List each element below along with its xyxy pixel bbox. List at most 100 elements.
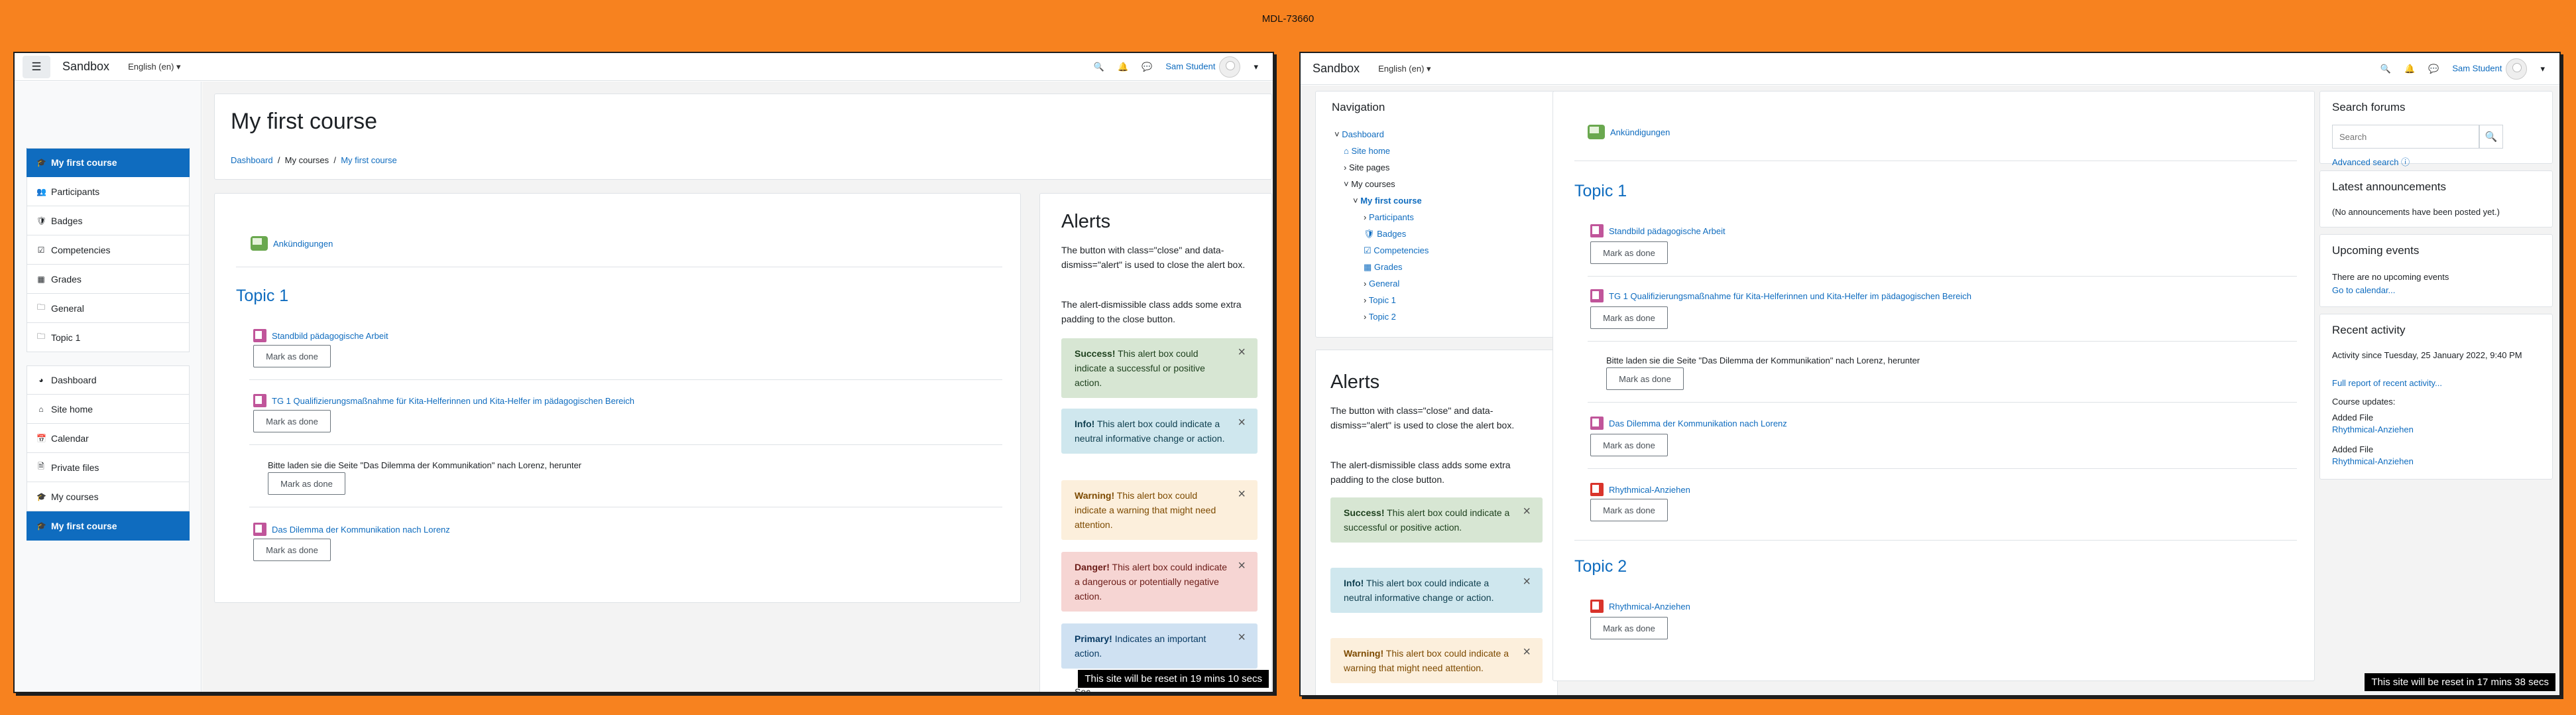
announcements-title: Latest announcements (2332, 180, 2447, 193)
activity-link[interactable]: Ankündigungen (273, 239, 333, 249)
close-icon[interactable]: × (1523, 504, 1531, 519)
drawer-item-privatefiles[interactable]: 🗎 Private files (27, 453, 190, 482)
activity-3[interactable]: Das Dilemma der Kommunikation nach Loren… (253, 523, 450, 536)
tree-topic2[interactable]: › Topic 2 (1334, 308, 1429, 325)
activity-5[interactable]: Rhythmical-Anziehen (1590, 600, 1690, 613)
drawer-item-course-2[interactable]: 🎓 My first course (27, 511, 190, 541)
menu-toggle-button[interactable]: ☰ (23, 55, 50, 78)
site-brand[interactable]: Sandbox (62, 60, 109, 74)
drawer-item-dashboard[interactable]: ◕ Dashboard (27, 365, 190, 395)
bell-icon[interactable]: 🔔 (2404, 64, 2415, 74)
forum-icon (1588, 125, 1605, 139)
activity-link[interactable]: Das Dilemma der Kommunikation nach Loren… (1609, 419, 1787, 428)
drawer-item-general[interactable]: 🗀 General (27, 294, 190, 323)
tree-grades[interactable]: ▦ Grades (1334, 259, 1429, 275)
drawer-label: Grades (51, 273, 82, 285)
crumb-course[interactable]: My first course (341, 155, 397, 165)
close-icon[interactable]: × (1523, 645, 1531, 659)
tree-sitepages[interactable]: › Site pages (1334, 159, 1429, 176)
mark-as-done-button[interactable]: Mark as done (253, 539, 331, 561)
activity-link[interactable]: Rhythmical-Anziehen (1609, 485, 1690, 495)
advanced-search-link[interactable]: Advanced search ⓘ (2332, 155, 2410, 168)
activity-link[interactable]: TG 1 Qualifizierungsmaßnahme für Kita-He… (1609, 291, 1971, 301)
close-icon[interactable]: × (1238, 345, 1246, 359)
tree-topic1[interactable]: › Topic 1 (1334, 292, 1429, 308)
drawer-item-sitehome[interactable]: ⌂ Site home (27, 395, 190, 424)
search-input[interactable] (2332, 125, 2479, 149)
drawer-item-mycourses[interactable]: 🎓 My courses (27, 482, 190, 511)
activity-2[interactable]: TG 1 Qualifizierungsmaßnahme für Kita-He… (253, 394, 634, 407)
section-title-topic2[interactable]: Topic 2 (1574, 557, 1627, 576)
bell-icon[interactable]: 🔔 (1118, 62, 1128, 72)
activity-link[interactable]: Das Dilemma der Kommunikation nach Loren… (272, 525, 450, 535)
section-title-topic1[interactable]: Topic 1 (1574, 182, 1627, 201)
section-title-topic1[interactable]: Topic 1 (236, 287, 288, 306)
mark-as-done-button[interactable]: Mark as done (1606, 367, 1684, 390)
drawer-item-course[interactable]: 🎓 My first course (27, 148, 190, 177)
calendar-link[interactable]: Go to calendar... (2332, 285, 2395, 295)
chevron-down-icon[interactable]: ▾ (1254, 62, 1258, 72)
alerts-desc-1: The button with class="close" and data-d… (1330, 405, 1515, 430)
drawer-item-calendar[interactable]: 📅 Calendar (27, 424, 190, 453)
language-menu[interactable]: English (en) ▾ (128, 62, 181, 72)
added-file-link[interactable]: Rhythmical-Anziehen (2332, 424, 2414, 434)
close-icon[interactable]: × (1238, 630, 1246, 645)
activity-1[interactable]: Standbild pädagogische Arbeit (253, 329, 388, 342)
mark-as-done-button[interactable]: Mark as done (1590, 499, 1668, 521)
tree-course[interactable]: ˅ My first course (1334, 192, 1429, 209)
crumb-mycourses[interactable]: My courses (285, 155, 329, 165)
activity-1[interactable]: Standbild pädagogische Arbeit (1590, 224, 1726, 237)
search-icon[interactable]: 🔍 (2380, 64, 2391, 74)
drawer-item-competencies[interactable]: ☑ Competencies (27, 235, 190, 265)
mark-as-done-button[interactable]: Mark as done (1590, 241, 1668, 264)
close-icon[interactable]: × (1238, 415, 1246, 430)
tree-dashboard[interactable]: ˅ Dashboard (1334, 126, 1429, 143)
message-icon[interactable]: 💬 (1142, 62, 1152, 72)
language-menu[interactable]: English (en) ▾ (1378, 64, 1431, 74)
user-menu[interactable]: Sam Student (1165, 56, 1241, 78)
activity-forum[interactable]: Ankündigungen (251, 236, 333, 251)
added-file-link[interactable]: Rhythmical-Anziehen (2332, 456, 2414, 466)
drawer-item-grades[interactable]: ▦ Grades (27, 265, 190, 294)
activity-forum[interactable]: Ankündigungen (1588, 125, 1670, 139)
mark-as-done-button[interactable]: Mark as done (253, 410, 331, 432)
activity-link[interactable]: Rhythmical-Anziehen (1609, 602, 1690, 612)
drawer-item-participants[interactable]: 👥 Participants (27, 177, 190, 206)
file-icon (253, 523, 266, 536)
activity-link[interactable]: Ankündigungen (1610, 127, 1670, 137)
drawer-item-badges[interactable]: 🛡 Badges (27, 206, 190, 235)
mark-as-done-button[interactable]: Mark as done (1590, 434, 1668, 456)
full-report-link[interactable]: Full report of recent activity... (2332, 378, 2442, 388)
mark-as-done-button[interactable]: Mark as done (1590, 617, 1668, 639)
close-icon[interactable]: × (1523, 574, 1531, 589)
activity-4[interactable]: Rhythmical-Anziehen (1590, 483, 1690, 496)
drawer-label: My first course (51, 520, 117, 531)
browser-window-left: ☰ Sandbox English (en) ▾ 🔍 🔔 💬 Sam Stude… (13, 52, 1274, 693)
activity-2[interactable]: TG 1 Qualifizierungsmaßnahme für Kita-He… (1590, 289, 1971, 302)
chevron-down-icon[interactable]: ▾ (2540, 64, 2545, 74)
message-icon[interactable]: 💬 (2428, 64, 2439, 74)
alerts-block: Alerts The button with class="close" and… (1315, 350, 1558, 695)
search-icon[interactable]: 🔍 (1094, 62, 1104, 72)
tree-competencies[interactable]: ☑ Competencies (1334, 242, 1429, 259)
activity-link[interactable]: Standbild pädagogische Arbeit (1609, 226, 1726, 236)
tree-mycourses[interactable]: ˅ My courses (1334, 176, 1429, 192)
search-button[interactable]: 🔍 (2479, 125, 2503, 149)
tree-participants[interactable]: › Participants (1334, 209, 1429, 226)
mark-as-done-button[interactable]: Mark as done (268, 472, 345, 495)
mark-as-done-button[interactable]: Mark as done (253, 345, 331, 367)
drawer-item-topic1[interactable]: 🗀 Topic 1 (27, 323, 190, 352)
tree-sitehome[interactable]: ⌂ Site home (1334, 143, 1429, 159)
mark-as-done-button[interactable]: Mark as done (1590, 306, 1668, 329)
activity-3[interactable]: Das Dilemma der Kommunikation nach Loren… (1590, 417, 1787, 430)
help-icon[interactable]: ⓘ (2401, 157, 2410, 167)
tree-general[interactable]: › General (1334, 275, 1429, 292)
user-menu[interactable]: Sam Student (2452, 58, 2528, 80)
crumb-dashboard[interactable]: Dashboard (231, 155, 273, 165)
close-icon[interactable]: × (1238, 487, 1246, 501)
close-icon[interactable]: × (1238, 558, 1246, 573)
tree-badges[interactable]: 🛡 Badges (1334, 226, 1429, 242)
activity-link[interactable]: Standbild pädagogische Arbeit (272, 331, 388, 341)
site-brand[interactable]: Sandbox (1313, 62, 1360, 76)
activity-link[interactable]: TG 1 Qualifizierungsmaßnahme für Kita-He… (272, 396, 634, 406)
